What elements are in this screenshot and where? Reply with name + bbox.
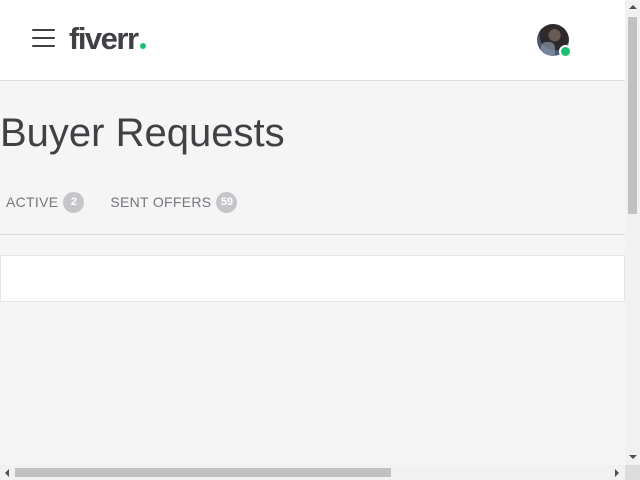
horizontal-scroll-thumb[interactable]: [15, 468, 391, 477]
tab-active[interactable]: ACTIVE 2: [6, 191, 85, 213]
logo-text: fiverr: [69, 21, 139, 56]
fiverr-logo[interactable]: fiverr: [69, 19, 146, 59]
horizontal-scrollbar[interactable]: [0, 465, 625, 480]
menu-bar: [32, 45, 55, 47]
online-status-dot: [559, 45, 572, 58]
requests-table-container: [0, 255, 625, 302]
request-tabs: ACTIVE 2 SENT OFFERS 59: [0, 190, 238, 214]
scroll-up-arrow-icon[interactable]: [629, 5, 637, 9]
logo-dot: [139, 43, 146, 49]
count-badge: 59: [216, 191, 238, 213]
count-badge: 2: [63, 191, 85, 213]
page-title: Buyer Requests: [0, 111, 285, 155]
menu-bar: [32, 37, 55, 39]
top-header: fiverr: [0, 0, 625, 81]
tabs-divider: [0, 234, 625, 235]
page-viewport: fiverr Buyer Requests ACTIVE 2 SENT OFFE…: [0, 0, 625, 465]
scroll-left-arrow-icon[interactable]: [5, 469, 9, 477]
tab-label: ACTIVE: [6, 194, 59, 210]
tab-sent-offers[interactable]: SENT OFFERS 59: [110, 191, 238, 213]
user-avatar-button[interactable]: [537, 24, 572, 58]
hamburger-menu-icon[interactable]: [32, 28, 55, 48]
scroll-down-arrow-icon[interactable]: [629, 455, 637, 459]
menu-bar: [32, 29, 55, 31]
vertical-scrollbar[interactable]: [625, 0, 640, 465]
tab-label: SENT OFFERS: [110, 194, 212, 210]
scroll-right-arrow-icon[interactable]: [615, 469, 619, 477]
scrollbar-corner: [625, 465, 640, 480]
vertical-scroll-thumb[interactable]: [628, 17, 637, 214]
